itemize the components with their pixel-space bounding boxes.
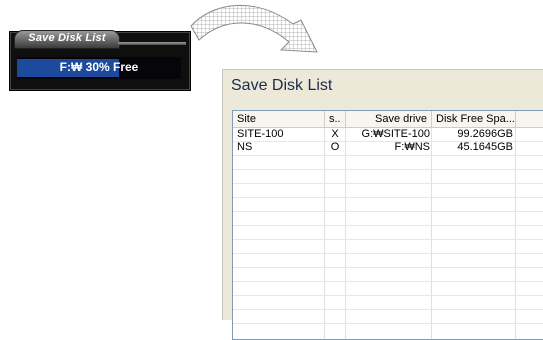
widget-title: Save Disk List [28,32,106,44]
grid-line [233,281,543,282]
column-header-disk-free[interactable]: Disk Free Spa... [432,111,516,127]
curved-arrow-icon [190,5,318,53]
disk-free-bar-label: F:₩ 30% Free [59,60,139,74]
list-header: Site s.. Save drive Disk Free Spa... [233,111,543,128]
grid-line [233,295,543,296]
grid-line [515,128,516,339]
grid-line [233,155,543,156]
grid-line [233,309,543,310]
grid-line [233,323,543,324]
column-header-status[interactable]: s.. [325,111,346,127]
disk-list-view[interactable]: Site s.. Save drive Disk Free Spa... SIT… [232,110,543,340]
save-disk-widget: Save Disk List F:₩ 30% Free [9,30,191,91]
grid-line [233,225,543,226]
save-disk-list-window: Save Disk List Site s.. Save drive Disk … [222,69,543,340]
grid-line [233,197,543,198]
widget-header-rule [118,42,186,45]
grid-line [324,128,325,339]
grid-line [233,169,543,170]
window-title: Save Disk List [231,77,333,94]
grid-line [233,267,543,268]
widget-title-tab[interactable]: Save Disk List [14,30,120,49]
cell-save-drive: G:₩SITE-100 [361,128,430,140]
table-row[interactable]: NS O F:₩NS 45.1645GB [233,141,543,154]
disk-free-bar[interactable]: F:₩ 30% Free [17,57,181,79]
grid-line [345,128,346,339]
column-header-save-drive[interactable]: Save drive [346,111,432,127]
cell-save-drive: F:₩NS [394,141,430,153]
grid-line [233,183,543,184]
grid-line [233,239,543,240]
column-header-empty [516,111,543,127]
cell-status: O [330,141,340,153]
cell-disk-free: 45.1645GB [457,141,513,153]
cell-status: X [331,128,339,140]
cell-disk-free: 99.2696GB [457,128,513,140]
grid-line [233,211,543,212]
cell-site: SITE-100 [237,128,284,140]
grid-line [233,253,543,254]
table-row[interactable]: SITE-100 X G:₩SITE-100 99.2696GB [233,128,543,141]
grid-line [431,128,432,339]
column-header-site[interactable]: Site [233,111,325,127]
cell-site: NS [237,141,253,153]
